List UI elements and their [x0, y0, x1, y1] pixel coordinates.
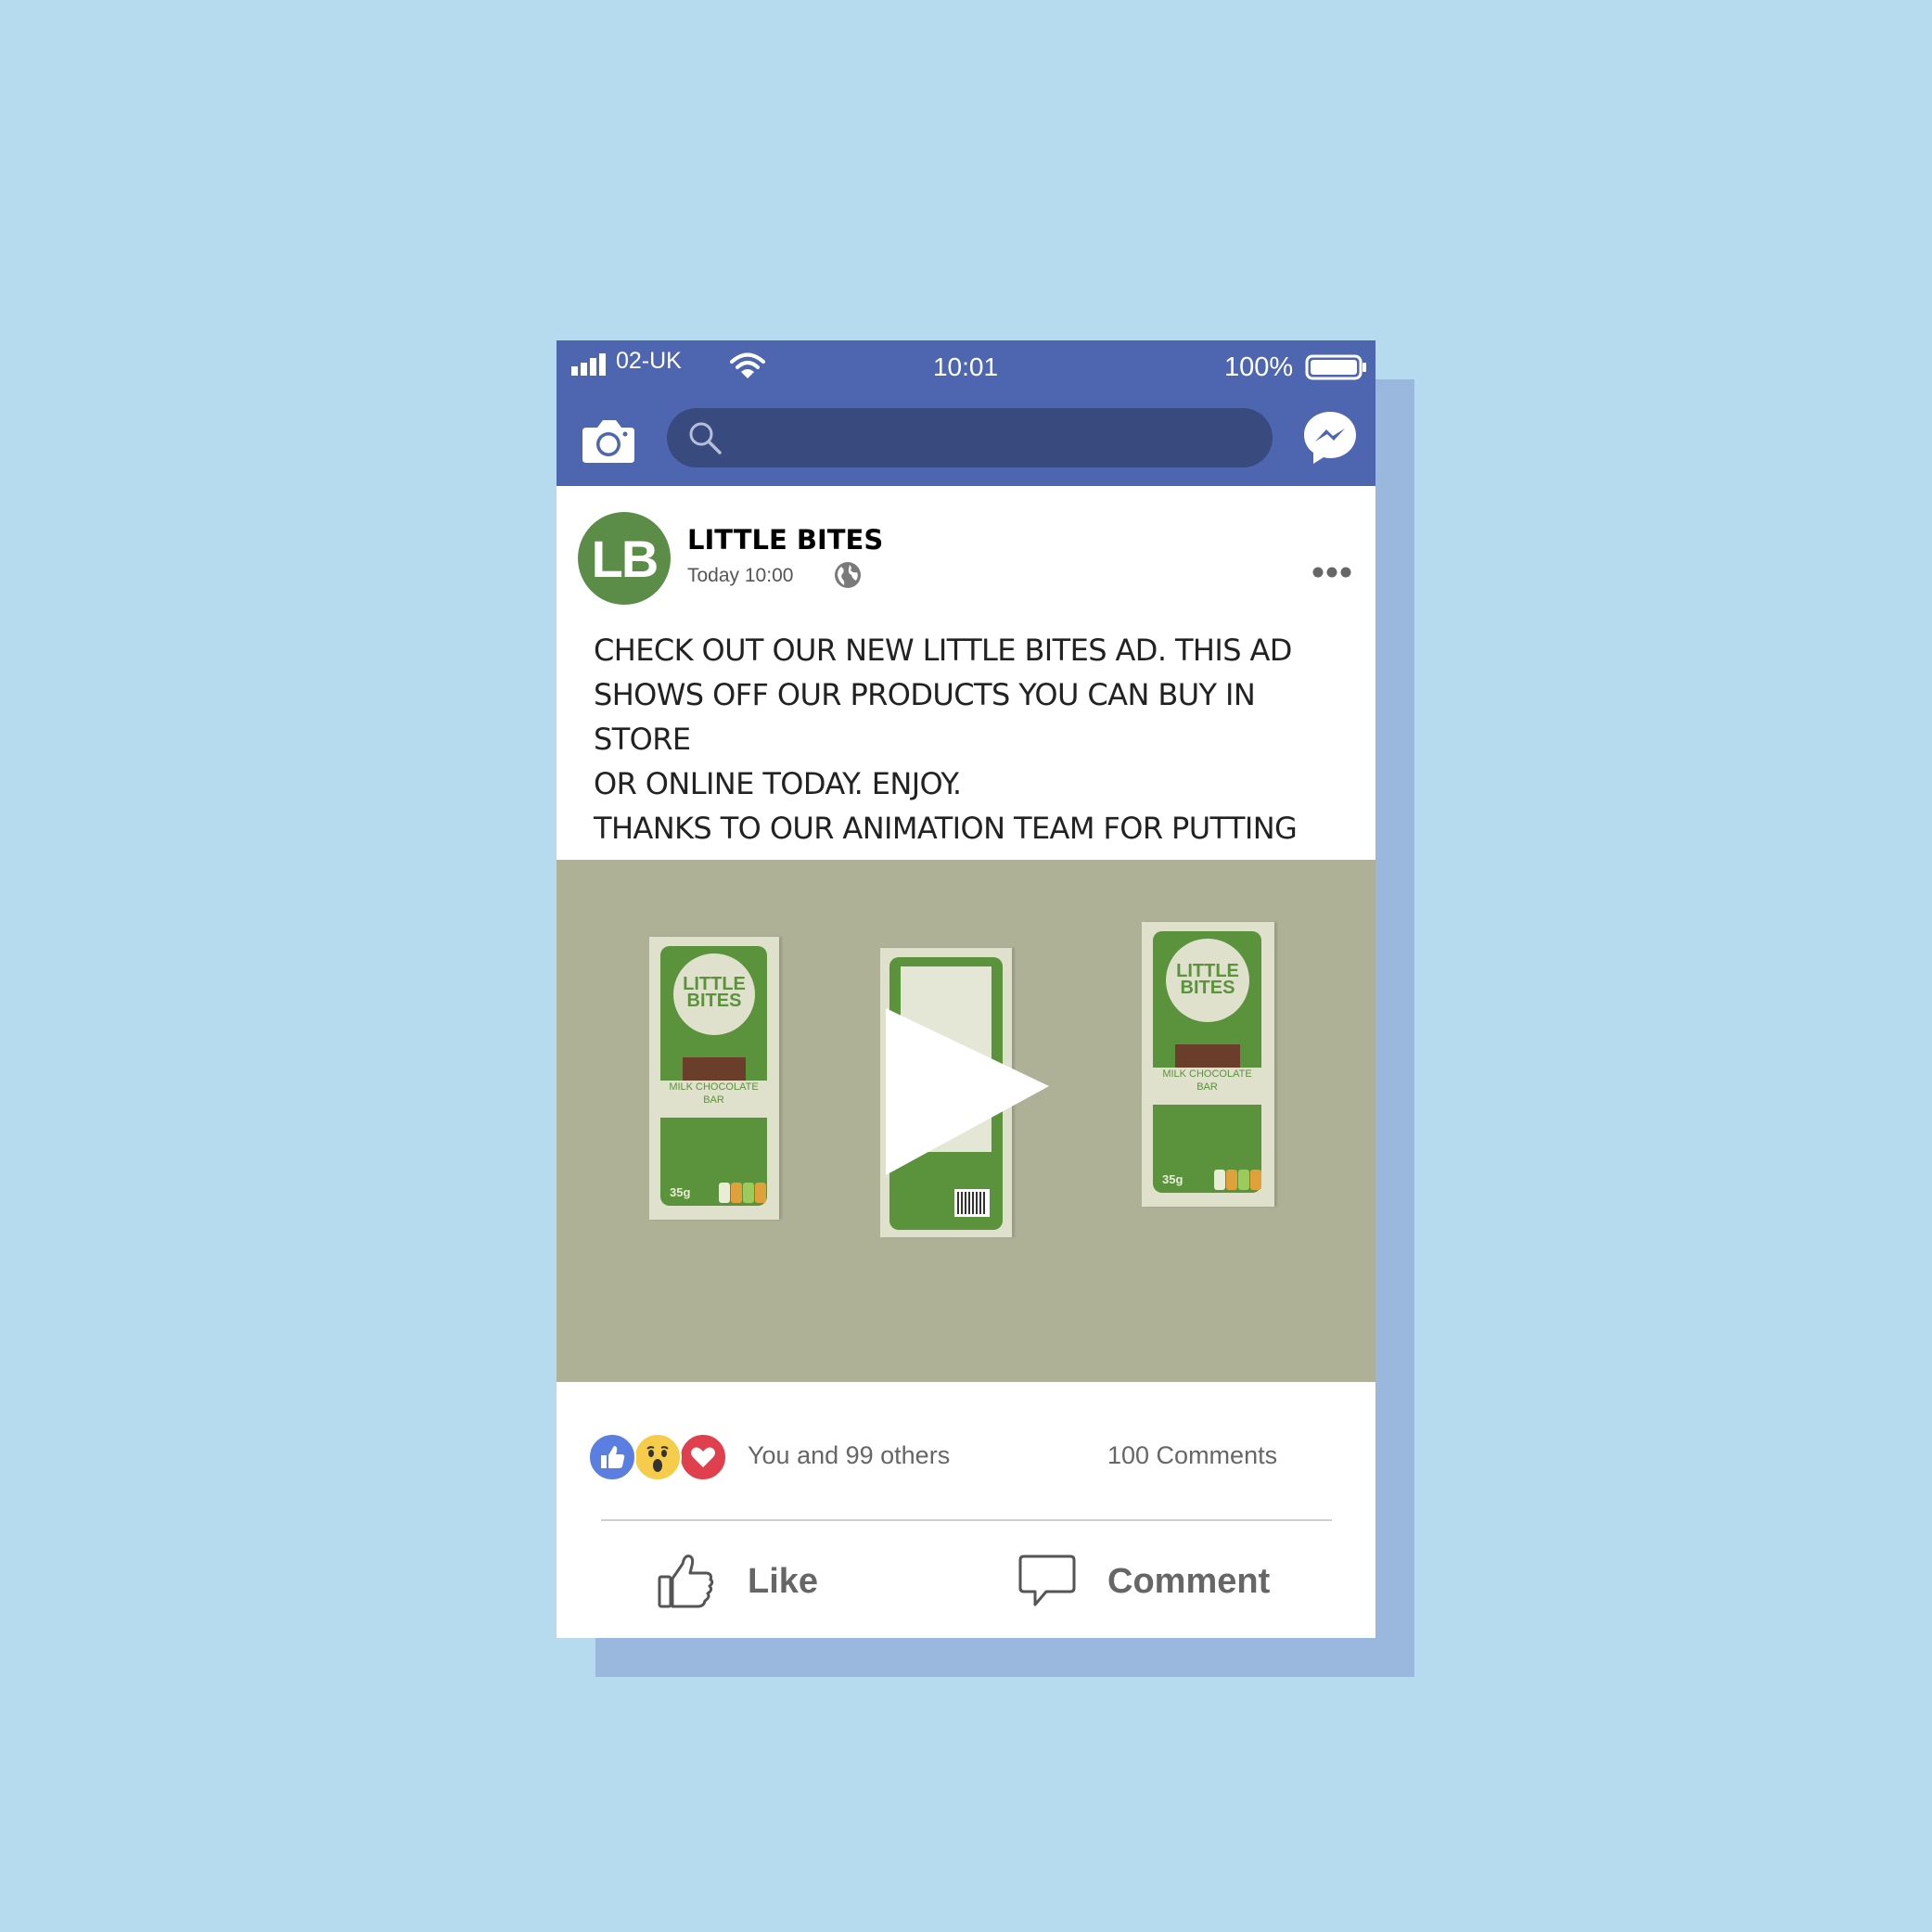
reaction-summary[interactable]: You and 99 others	[748, 1441, 950, 1470]
comment-count[interactable]: 100 Comments	[1107, 1441, 1277, 1470]
phone-screen: 02-UK 10:01 100% LB LITTLE BITES Today 1…	[557, 340, 1375, 1638]
status-bar: 02-UK 10:01 100%	[557, 340, 1375, 394]
like-button[interactable]: Like	[657, 1544, 818, 1619]
battery-percent: 100%	[1224, 352, 1294, 382]
product-label: MILK CHOCOLATE BAR	[660, 1081, 767, 1118]
divider	[601, 1519, 1332, 1521]
product-label: MILK CHOCOLATE BAR	[1153, 1068, 1261, 1105]
post-text: CHECK OUT OUR NEW LITTLE BITES AD. THIS …	[594, 628, 1354, 895]
product-weight: 35g	[670, 1185, 691, 1199]
camera-icon[interactable]	[581, 415, 636, 465]
post-text-line: THANKS TO OUR ANIMATION TEAM FOR PUTTING	[594, 811, 1298, 846]
top-toolbar	[557, 394, 1375, 486]
thumbs-up-icon	[658, 1555, 714, 1608]
search-icon	[689, 422, 722, 454]
globe-icon	[835, 562, 861, 588]
status-time: 10:01	[932, 352, 999, 381]
post-header: LB LITTLE BITES Today 10:00	[557, 486, 1375, 607]
like-label: Like	[748, 1561, 819, 1601]
play-icon[interactable]	[886, 1008, 1053, 1180]
product-logo: LITTLE BITES	[1176, 961, 1239, 998]
signal-icon	[571, 353, 606, 376]
wow-reaction-icon	[633, 1433, 682, 1481]
product-logo: LITTLE BITES	[683, 974, 746, 1011]
post-text-line: OR ONLINE TODAY. ENJOY.	[594, 766, 962, 801]
messenger-icon[interactable]	[1302, 410, 1358, 466]
comment-label: Comment	[1107, 1561, 1271, 1601]
love-reaction-icon	[679, 1433, 727, 1481]
comment-button[interactable]: Comment	[1017, 1544, 1270, 1619]
battery-icon	[1305, 354, 1366, 380]
comment-icon	[1018, 1555, 1076, 1606]
page-name[interactable]: LITTLE BITES	[687, 524, 883, 556]
like-reaction-icon	[588, 1433, 636, 1481]
product-weight: 35g	[1162, 1172, 1184, 1186]
post-text-line: SHOWS OFF OUR PRODUCTS YOU CAN BUY IN ST…	[594, 677, 1256, 757]
carrier-name: 02-UK	[616, 348, 682, 374]
post-text-line: CHECK OUT OUR NEW LITTLE BITES AD. THIS …	[594, 633, 1292, 668]
more-options-icon[interactable]	[1312, 566, 1351, 579]
chocolate-bar-front: LITTLE BITES MILK CHOCOLATE BAR 35g	[1142, 922, 1274, 1207]
avatar[interactable]: LB	[578, 512, 671, 605]
wifi-icon	[730, 352, 765, 378]
search-input[interactable]	[667, 408, 1273, 467]
reactions-row[interactable]: You and 99 others 100 Comments	[557, 1430, 1375, 1486]
video-player[interactable]: LITTLE BITES MILK CHOCOLATE BAR 35g LITT…	[557, 860, 1375, 1382]
post-timestamp[interactable]: Today 10:00	[687, 565, 793, 587]
chocolate-bar-front: LITTLE BITES MILK CHOCOLATE BAR 35g	[649, 937, 779, 1220]
